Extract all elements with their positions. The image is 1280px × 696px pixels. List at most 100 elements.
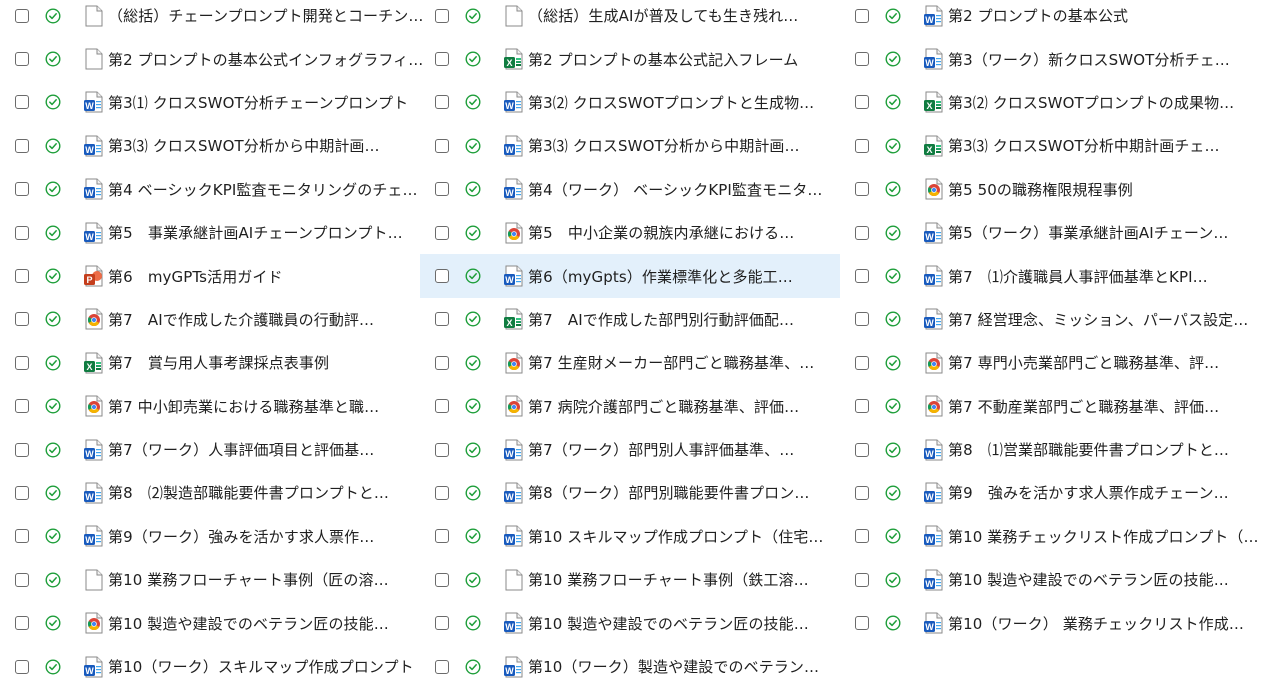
file-name[interactable]: 第7 不動産業部門ごと職務基準、評価…: [948, 396, 1219, 417]
select-checkbox[interactable]: [855, 399, 869, 414]
file-name[interactable]: 第8 ⑵製造部職能要件書プロンプトと…: [108, 482, 389, 503]
file-name[interactable]: 第9（ワーク）強みを活かす求人票作…: [108, 526, 374, 547]
select-checkbox[interactable]: [435, 225, 449, 240]
file-item[interactable]: W 第10 スキルマップ作成プロンプト（住宅…: [420, 515, 840, 558]
file-name[interactable]: 第7 中小卸売業における職務基準と職…: [108, 396, 379, 417]
select-checkbox[interactable]: [435, 95, 449, 110]
file-item[interactable]: 第10 業務フローチャート事例（匠の溶…: [0, 558, 420, 601]
select-checkbox[interactable]: [435, 355, 449, 370]
select-checkbox[interactable]: [855, 52, 869, 67]
file-name[interactable]: 第4（ワーク） ベーシックKPI監査モニタ…: [528, 179, 823, 200]
file-name[interactable]: 第8（ワーク）部門別職能要件書プロン…: [528, 482, 809, 503]
file-name[interactable]: 第7 ⑴介護職員人事評価基準とKPI…: [948, 266, 1208, 287]
file-item[interactable]: X 第3⑵ クロスSWOTプロンプトの成果物…: [840, 81, 1280, 124]
file-name[interactable]: 第10（ワーク）製造や建設でのベテラン…: [528, 656, 819, 677]
file-item[interactable]: W 第5 事業承継計画AIチェーンプロンプト…: [0, 211, 420, 254]
select-checkbox[interactable]: [855, 485, 869, 500]
file-item[interactable]: W 第4（ワーク） ベーシックKPI監査モニタ…: [420, 168, 840, 211]
file-name[interactable]: 第7（ワーク）部門別人事評価基準、…: [528, 439, 794, 460]
file-item[interactable]: X 第2 プロンプトの基本公式記入フレーム: [420, 37, 840, 80]
select-checkbox[interactable]: [15, 269, 29, 284]
select-checkbox[interactable]: [15, 355, 29, 370]
select-checkbox[interactable]: [855, 442, 869, 457]
file-name[interactable]: 第5 事業承継計画AIチェーンプロンプト…: [108, 222, 403, 243]
file-name[interactable]: 第10 スキルマップ作成プロンプト（住宅…: [528, 526, 824, 547]
file-name[interactable]: 第7 AIで作成した介護職員の行動評…: [108, 309, 374, 330]
file-name[interactable]: 第10 業務チェックリスト作成プロンプト（…: [948, 526, 1259, 547]
file-item[interactable]: W 第7（ワーク）部門別人事評価基準、…: [420, 428, 840, 471]
file-name[interactable]: 第7 専門小売業部門ごと職務基準、評…: [948, 352, 1219, 373]
select-checkbox[interactable]: [15, 616, 29, 631]
file-name[interactable]: 第5 中小企業の親族内承継における…: [528, 222, 794, 243]
file-item[interactable]: W 第9 強みを活かす求人票作成チェーン…: [840, 471, 1280, 514]
select-checkbox[interactable]: [855, 8, 869, 23]
file-name[interactable]: 第3（ワーク）新クロスSWOT分析チェ…: [948, 49, 1230, 70]
file-item[interactable]: W 第4 ベーシックKPI監査モニタリングのチェ…: [0, 168, 420, 211]
select-checkbox[interactable]: [435, 572, 449, 587]
file-item[interactable]: 第10 製造や建設でのベテラン匠の技能…: [0, 601, 420, 644]
file-item[interactable]: W 第3⑴ クロスSWOT分析チェーンプロンプト: [0, 81, 420, 124]
file-item[interactable]: W 第6（myGpts）作業標準化と多能工…: [420, 254, 840, 298]
file-name[interactable]: 第10 業務フローチャート事例（鉄工溶…: [528, 569, 809, 590]
file-item[interactable]: 第10 業務フローチャート事例（鉄工溶…: [420, 558, 840, 601]
file-item[interactable]: 第7 病院介護部門ごと職務基準、評価…: [420, 385, 840, 428]
select-checkbox[interactable]: [15, 138, 29, 153]
select-checkbox[interactable]: [855, 138, 869, 153]
file-item[interactable]: 第5 中小企業の親族内承継における…: [420, 211, 840, 254]
file-item[interactable]: 第7 不動産業部門ごと職務基準、評価…: [840, 385, 1280, 428]
select-checkbox[interactable]: [15, 95, 29, 110]
file-item[interactable]: W 第5（ワーク）事業承継計画AIチェーン…: [840, 211, 1280, 254]
select-checkbox[interactable]: [855, 269, 869, 284]
file-name[interactable]: （総括）チェーンプロンプト開発とコーチン…: [108, 5, 423, 26]
select-checkbox[interactable]: [435, 269, 449, 284]
file-item[interactable]: （総括）生成AIが普及しても生き残れ…: [420, 0, 840, 37]
file-name[interactable]: （総括）生成AIが普及しても生き残れ…: [528, 5, 798, 26]
file-name[interactable]: 第7 経営理念、ミッション、パーパス設定…: [948, 309, 1248, 330]
file-item[interactable]: W 第10（ワーク）製造や建設でのベテラン…: [420, 645, 840, 688]
select-checkbox[interactable]: [855, 355, 869, 370]
file-name[interactable]: 第7 賞与用人事考課採点表事例: [108, 352, 329, 373]
file-name[interactable]: 第9 強みを活かす求人票作成チェーン…: [948, 482, 1229, 503]
file-item[interactable]: 第7 専門小売業部門ごと職務基準、評…: [840, 341, 1280, 384]
file-name[interactable]: 第3⑴ クロスSWOT分析チェーンプロンプト: [108, 92, 408, 113]
file-item[interactable]: W 第10（ワーク） 業務チェックリスト作成…: [840, 601, 1280, 644]
file-item[interactable]: W 第7 ⑴介護職員人事評価基準とKPI…: [840, 254, 1280, 297]
select-checkbox[interactable]: [435, 485, 449, 500]
select-checkbox[interactable]: [855, 225, 869, 240]
select-checkbox[interactable]: [435, 399, 449, 414]
file-item[interactable]: W 第10 製造や建設でのベテラン匠の技能…: [840, 558, 1280, 601]
file-item[interactable]: 第5 50の職務権限規程事例: [840, 168, 1280, 211]
select-checkbox[interactable]: [15, 52, 29, 67]
file-name[interactable]: 第6（myGpts）作業標準化と多能工…: [528, 266, 793, 287]
file-name[interactable]: 第5（ワーク）事業承継計画AIチェーン…: [948, 222, 1228, 243]
file-item[interactable]: W 第3⑶ クロスSWOT分析から中期計画…: [0, 124, 420, 167]
select-checkbox[interactable]: [15, 572, 29, 587]
select-checkbox[interactable]: [15, 399, 29, 414]
select-checkbox[interactable]: [855, 572, 869, 587]
file-name[interactable]: 第10 製造や建設でのベテラン匠の技能…: [948, 569, 1229, 590]
select-checkbox[interactable]: [435, 8, 449, 23]
file-name[interactable]: 第2 プロンプトの基本公式記入フレーム: [528, 49, 798, 70]
select-checkbox[interactable]: [435, 138, 449, 153]
file-item[interactable]: 第7 生産財メーカー部門ごと職務基準、…: [420, 341, 840, 384]
file-item[interactable]: W 第8 ⑵製造部職能要件書プロンプトと…: [0, 471, 420, 514]
file-item[interactable]: 第7 AIで作成した介護職員の行動評…: [0, 298, 420, 341]
file-name[interactable]: 第7 生産財メーカー部門ごと職務基準、…: [528, 352, 814, 373]
file-item[interactable]: 第7 中小卸売業における職務基準と職…: [0, 385, 420, 428]
select-checkbox[interactable]: [435, 182, 449, 197]
select-checkbox[interactable]: [15, 182, 29, 197]
file-name[interactable]: 第4 ベーシックKPI監査モニタリングのチェ…: [108, 179, 418, 200]
file-name[interactable]: 第10（ワーク） 業務チェックリスト作成…: [948, 613, 1244, 634]
select-checkbox[interactable]: [15, 529, 29, 544]
file-name[interactable]: 第7 AIで作成した部門別行動評価配…: [528, 309, 794, 330]
select-checkbox[interactable]: [435, 312, 449, 327]
file-name[interactable]: 第10 製造や建設でのベテラン匠の技能…: [108, 613, 389, 634]
file-name[interactable]: 第6 myGPTs活用ガイド: [108, 266, 283, 287]
select-checkbox[interactable]: [435, 659, 449, 674]
file-name[interactable]: 第8 ⑴営業部職能要件書プロンプトと…: [948, 439, 1229, 460]
file-item[interactable]: X 第7 AIで作成した部門別行動評価配…: [420, 298, 840, 341]
select-checkbox[interactable]: [855, 529, 869, 544]
file-item[interactable]: W 第10 業務チェックリスト作成プロンプト（…: [840, 515, 1280, 558]
file-name[interactable]: 第3⑶ クロスSWOT分析から中期計画…: [108, 135, 380, 156]
file-item[interactable]: W 第10（ワーク）スキルマップ作成プロンプト: [0, 645, 420, 688]
